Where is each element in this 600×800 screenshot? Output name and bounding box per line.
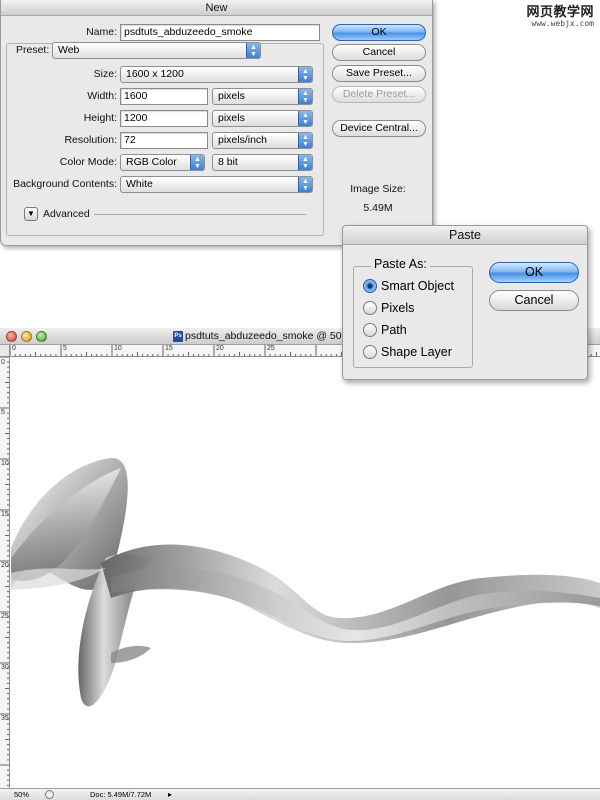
advanced-divider: [94, 214, 306, 215]
ruler-h-label: 10: [114, 345, 122, 352]
chevron-updown-icon: ▲ ▼: [298, 67, 312, 82]
resolution-label: Resolution:: [64, 134, 117, 146]
resolution-unit-value: pixels/inch: [218, 134, 268, 146]
radio-label: Smart Object: [381, 279, 454, 293]
document-canvas[interactable]: [11, 358, 600, 788]
paste-ok-button[interactable]: OK: [489, 262, 579, 283]
chevron-updown-icon: ▲ ▼: [298, 111, 312, 126]
ruler-h-label: 20: [216, 345, 224, 352]
radio-label: Shape Layer: [381, 345, 452, 359]
status-info-icon[interactable]: [45, 790, 54, 799]
advanced-disclosure-button[interactable]: ▼: [24, 207, 38, 221]
size-value: 1600 x 1200: [126, 68, 184, 80]
paste-dialog-title: Paste: [343, 226, 587, 245]
height-label: Height:: [83, 112, 117, 124]
name-field[interactable]: psdtuts_abduzeedo_smoke: [120, 24, 320, 41]
width-unit-value: pixels: [218, 90, 245, 102]
radio-icon[interactable]: [363, 345, 377, 359]
photoshop-file-icon: Ps: [173, 331, 183, 342]
new-document-dialog: New Name: psdtuts_abduzeedo_smoke Preset…: [0, 0, 433, 246]
minimize-icon[interactable]: [21, 331, 32, 342]
zoom-icon[interactable]: [36, 331, 47, 342]
chevron-updown-icon: ▲ ▼: [298, 177, 312, 192]
preset-select[interactable]: Web ▲ ▼: [52, 42, 261, 59]
document-window: Ps psdtuts_abduzeedo_smoke @ 50% 0 5 10 …: [0, 328, 600, 800]
image-size-label: Image Size:: [350, 183, 406, 195]
ruler-v-label: 0: [1, 359, 5, 366]
size-select[interactable]: 1600 x 1200 ▲ ▼: [120, 66, 313, 83]
resolution-unit-select[interactable]: pixels/inch ▲ ▼: [212, 132, 313, 149]
ok-button[interactable]: OK: [332, 24, 426, 41]
cancel-button[interactable]: Cancel: [332, 44, 426, 61]
ruler-h-label: 5: [63, 345, 67, 352]
color-mode-value: RGB Color: [126, 156, 177, 168]
ruler-v-label: 30: [1, 664, 9, 671]
background-label: Background Contents:: [13, 178, 117, 190]
ruler-origin[interactable]: [0, 345, 10, 357]
ruler-v-ticks: [0, 357, 9, 786]
radio-selected-icon[interactable]: [363, 279, 377, 293]
chevron-updown-icon: ▲ ▼: [298, 89, 312, 104]
watermark-cn: 网页教学网: [526, 5, 594, 20]
new-dialog-title: New: [1, 0, 432, 16]
ruler-v-label: 35: [1, 715, 9, 722]
doc-size-info: Doc: 5.49M/7.72M: [90, 790, 152, 799]
preset-label: Preset:: [14, 44, 50, 56]
ruler-h-label: 15: [165, 345, 173, 352]
chevron-updown-icon: ▲ ▼: [190, 155, 204, 170]
background-value: White: [126, 178, 153, 190]
chevron-updown-icon: ▲ ▼: [246, 43, 260, 58]
document-title: psdtuts_abduzeedo_smoke @ 50%: [185, 330, 351, 342]
ruler-v-label: 10: [1, 460, 9, 467]
width-field[interactable]: 1600: [120, 88, 208, 105]
bit-depth-value: 8 bit: [218, 156, 238, 168]
watermark: 网页教学网 www.webjx.com: [526, 6, 594, 28]
radio-icon[interactable]: [363, 301, 377, 315]
width-unit-select[interactable]: pixels ▲ ▼: [212, 88, 313, 105]
background-select[interactable]: White ▲ ▼: [120, 176, 313, 193]
delete-preset-button: Delete Preset...: [332, 86, 426, 103]
size-label: Size:: [93, 68, 117, 80]
chevron-updown-icon: ▲ ▼: [298, 155, 312, 170]
color-mode-label: Color Mode:: [59, 156, 117, 168]
smoke-artwork: [11, 457, 600, 707]
advanced-label: Advanced: [43, 208, 90, 220]
radio-label: Path: [381, 323, 407, 337]
vertical-ruler[interactable]: 0 5 10 15 20 25 30 35: [0, 357, 10, 788]
image-size-value: 5.49M: [363, 202, 393, 214]
ruler-v-label: 20: [1, 562, 9, 569]
watermark-url: www.webjx.com: [531, 18, 594, 28]
resolution-field[interactable]: 72: [120, 132, 208, 149]
width-label: Width:: [87, 90, 117, 102]
close-icon[interactable]: [6, 331, 17, 342]
name-label: Name:: [86, 26, 117, 38]
radio-label: Pixels: [381, 301, 415, 315]
height-field[interactable]: 1200: [120, 110, 208, 127]
bit-depth-select[interactable]: 8 bit ▲ ▼: [212, 154, 313, 171]
ruler-v-label: 25: [1, 613, 9, 620]
height-unit-value: pixels: [218, 112, 245, 124]
height-unit-select[interactable]: pixels ▲ ▼: [212, 110, 313, 127]
paste-dialog: Paste Paste As: Smart Object Pixels Path…: [342, 225, 588, 380]
status-bar: 50% Doc: 5.49M/7.72M ▸: [0, 788, 600, 800]
ruler-h-label: 0: [12, 345, 16, 352]
chevron-updown-icon: ▲ ▼: [298, 133, 312, 148]
radio-icon[interactable]: [363, 323, 377, 337]
ruler-v-label: 5: [1, 409, 5, 416]
triangle-down-icon: ▼: [27, 209, 35, 218]
paste-as-label: Paste As:: [371, 257, 430, 271]
ruler-v-label: 15: [1, 511, 9, 518]
ruler-h-label: 25: [267, 345, 275, 352]
preset-value: Web: [58, 44, 80, 56]
device-central-button[interactable]: Device Central...: [332, 120, 426, 137]
color-mode-select[interactable]: RGB Color ▲ ▼: [120, 154, 205, 171]
status-menu-icon[interactable]: ▸: [168, 789, 172, 800]
paste-cancel-button[interactable]: Cancel: [489, 290, 579, 311]
save-preset-button[interactable]: Save Preset...: [332, 65, 426, 82]
zoom-level[interactable]: 50%: [14, 789, 29, 800]
